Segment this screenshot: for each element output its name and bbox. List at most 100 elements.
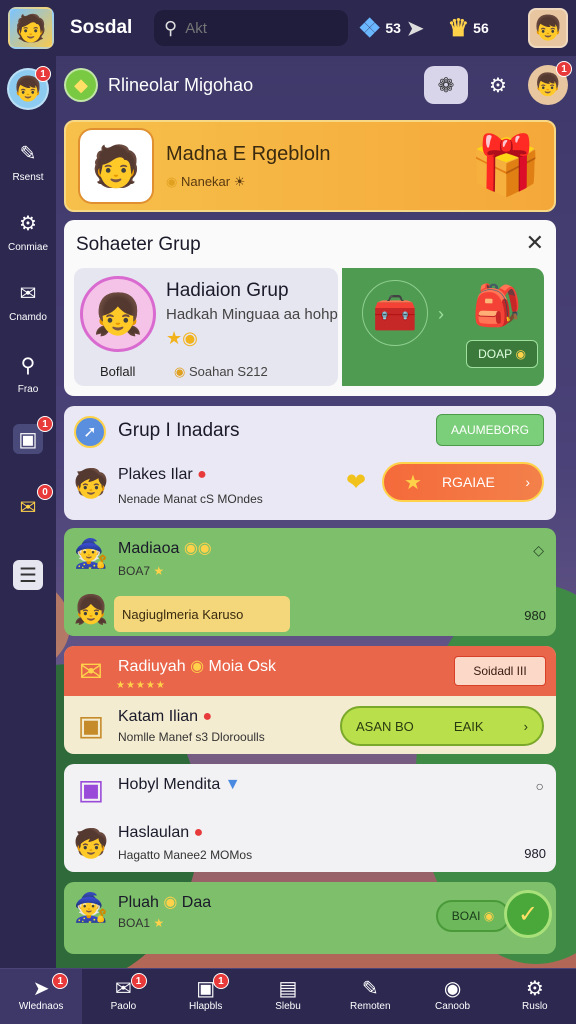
close-icon[interactable]: ✕ — [526, 230, 544, 256]
star-icon: ★ — [153, 564, 165, 578]
group-card-madiaoa[interactable]: 🧙 Madiaoa ◉◉ BOA7 ★ ◇ 👧 Nagiuglmeria Kar… — [64, 528, 556, 636]
star-icon: ★ — [404, 471, 422, 494]
group-name-text: Hobyl Mendita — [118, 776, 221, 793]
pen-icon: ✎ — [361, 977, 379, 1000]
member-name: Katam Ilian ● — [118, 708, 212, 726]
claim-label: DOAP — [478, 347, 513, 361]
currency-crowns[interactable]: ♛ 56 — [434, 14, 489, 43]
nav-label: Hlapbls — [189, 1001, 223, 1012]
red-badge-icon: ● — [193, 824, 204, 841]
nav-item-wlednaos[interactable]: ➤ 1 Wlednaos — [0, 969, 83, 1024]
group-popup: Sohaeter Grup ✕ 👧 Hadiaion Grup Hadkah M… — [64, 220, 556, 396]
nav-label: Paolo — [110, 1001, 137, 1012]
sidebar-item-menu[interactable]: ☰ — [0, 560, 56, 594]
coin-icon: ◉ — [174, 364, 186, 379]
friend-avatar[interactable]: 👦 — [528, 8, 568, 48]
search-input[interactable] — [185, 19, 326, 37]
red-badge-icon: ● — [202, 708, 213, 725]
sidebar: 👦 1 ✎ Rsenst ⚙ Conmiae ✉ Cnamdo ⚲ Frao ▣… — [0, 56, 56, 968]
sidebar-item-messages[interactable]: ▣ 1 — [0, 416, 56, 458]
options-button[interactable]: ⚙ — [476, 66, 520, 104]
group-action-button[interactable]: Soidadl III — [454, 656, 546, 686]
gem-count: 53 — [385, 20, 401, 36]
nav-item-ruslo[interactable]: ⚙ Ruslo — [494, 969, 576, 1024]
nav-item-slebu[interactable]: ▤ Slebu — [247, 969, 329, 1024]
sidebar-item-label: Frao — [17, 384, 39, 395]
page-title: Rlineolar Migohao — [108, 74, 254, 95]
member-name-text: Katam Ilian — [118, 708, 199, 725]
heart-icon[interactable]: ❤ — [346, 468, 366, 497]
group-name: Hobyl Mendita ▼ — [118, 776, 241, 794]
settings-button[interactable]: ❁ — [424, 66, 468, 104]
member-avatar: 🧒 — [73, 467, 109, 499]
camera-icon: ▣ 1 — [165, 973, 247, 1001]
header-avatar[interactable]: 👦 1 — [528, 61, 572, 105]
currency-gems[interactable]: ❖ 53 ➤ — [358, 13, 424, 44]
group-name-extra: Daa — [181, 894, 212, 911]
group-sub: BOA7 ★ — [118, 564, 164, 578]
treasure-box-icon: ▣ — [77, 709, 105, 741]
member-status: Hagatto Manee2 MOMos — [118, 848, 253, 862]
pin-icon: ⚲ — [20, 354, 36, 377]
group-card-hobyl[interactable]: ▣ Hobyl Mendita ▼ ○ 🧒 Haslaulan ● Hagatt… — [64, 764, 556, 872]
profile-avatar[interactable]: 🧑 — [8, 7, 54, 49]
notification-badge: 1 — [35, 66, 51, 82]
chat-icon: ✉ — [19, 282, 37, 305]
group-card-pluah[interactable]: 🧙 Pluah ◉ Daa BOA1 ★ BOAI ◉ ✓ — [64, 882, 556, 954]
page-header: ◆ Rlineolar Migohao ❁ ⚙ 👦 1 — [64, 61, 572, 108]
sidebar-avatar[interactable]: 👦 1 — [0, 66, 56, 110]
nav-item-paolo[interactable]: ✉ 1 Paolo — [82, 969, 164, 1024]
enter-button[interactable]: ASAN BO EAIK › — [340, 706, 544, 746]
search-box[interactable]: ⚲ — [154, 10, 348, 46]
menu-icon: ☰ — [13, 560, 43, 590]
nav-item-hlapbls[interactable]: ▣ 1 Hlapbls — [165, 969, 247, 1024]
radio-icon[interactable]: ○ — [536, 778, 544, 794]
group-sub-text: BOA1 — [118, 916, 151, 930]
group-coin-text: Soahan S212 — [188, 364, 268, 379]
chevron-right-icon: › — [523, 718, 528, 734]
sidebar-item-frao[interactable]: ⚲ Frao — [0, 350, 56, 396]
event-banner[interactable]: 🧑 Madna E Rgebloln ◉ Nanekar ☀ 🎁 — [64, 120, 556, 212]
nav-item-canoob[interactable]: ◉ Canoob — [411, 969, 493, 1024]
group-card-header: ✉ Radiuyah ◉ Moia Osk ★★★★★ Soidadl III — [64, 646, 556, 696]
group-count: 980 — [524, 608, 546, 623]
sidebar-item-cnamdo[interactable]: ✉ Cnamdo — [0, 278, 56, 324]
group-info-panel[interactable]: 👧 Hadiaion Grup Hadkah Minguaa aa hohp ★… — [74, 268, 338, 386]
sidebar-item-rsenst[interactable]: ✎ Rsenst — [0, 138, 56, 184]
join-button[interactable]: ★ RGAIAE › — [382, 462, 544, 502]
group-avatar: 🧙 — [73, 537, 109, 569]
member-name: Haslaulan ● — [118, 824, 203, 842]
notification-badge: 1 — [37, 416, 53, 432]
bottom-nav: ➤ 1 Wlednaos ✉ 1 Paolo ▣ 1 Hlapbls ▤ Slebu … — [0, 968, 576, 1024]
compass-icon: ◉ — [443, 977, 462, 1000]
group-sub: BOA1 ★ — [118, 916, 164, 930]
group-card-radiuyah[interactable]: ✉ Radiuyah ◉ Moia Osk ★★★★★ Soidadl III … — [64, 646, 556, 754]
gift-box-icon: 🎁 — [469, 133, 542, 198]
checkmark-icon[interactable]: ✓ — [504, 890, 552, 938]
banner-subtitle-text: Nanekar — [180, 173, 231, 189]
sparkle-gear-icon: ❁ — [437, 74, 455, 97]
group-list-button[interactable]: AAUMEBORG — [436, 414, 544, 446]
top-bar: 🧑 Sosdal ⚲ ❖ 53 ➤ ♛ 56 👦 — [0, 0, 576, 56]
sidebar-item-announce[interactable]: ✉ 0 — [0, 484, 56, 526]
crown-count: 56 — [473, 20, 489, 36]
group-description: Hadkah Minguaa aa hohp — [166, 306, 338, 323]
bird-icon: ➤ — [406, 17, 424, 40]
radio-icon[interactable]: ◇ — [533, 542, 544, 559]
nav-label: Remoten — [349, 1001, 391, 1012]
app-title: Sosdal — [70, 17, 133, 38]
star-coin-icon: ★◉ — [166, 328, 198, 348]
banner-character-image: 🧑 — [80, 130, 152, 202]
sidebar-item-conmiae[interactable]: ⚙ Conmiae — [0, 208, 56, 254]
triangle-icon: ▼ — [224, 776, 241, 793]
group-action-button[interactable]: BOAI ◉ — [436, 900, 510, 932]
sidebar-item-label: Cnamdo — [9, 312, 47, 323]
star-icon: ★ — [153, 916, 165, 930]
nav-item-remoten[interactable]: ✎ Remoten — [329, 969, 411, 1024]
popup-title: Sohaeter Grup — [76, 234, 201, 255]
rocket-icon: ➤ 1 — [0, 973, 82, 1001]
gear-icon: ⚙ — [19, 212, 37, 235]
pencil-icon: ✎ — [19, 142, 37, 165]
group-action-label: BOAI — [451, 909, 481, 923]
claim-button[interactable]: DOAP ◉ — [466, 340, 538, 368]
